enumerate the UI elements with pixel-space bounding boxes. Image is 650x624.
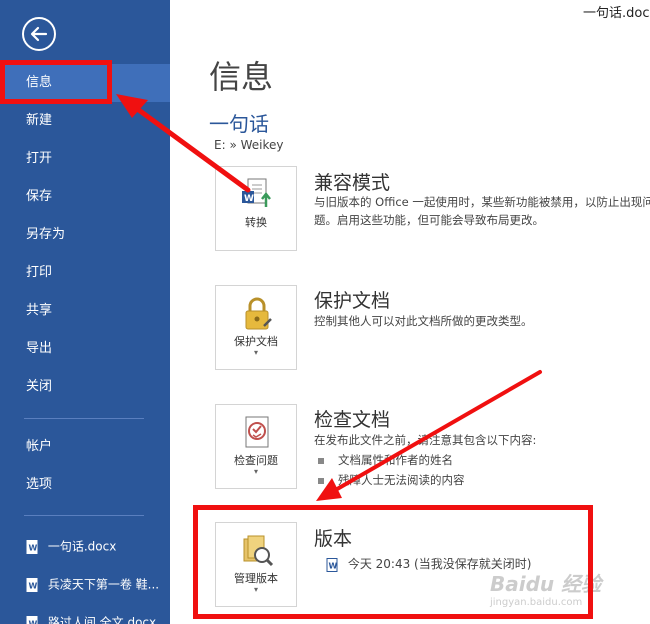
convert-button-label: 转换 [245,216,267,229]
sidebar-divider [24,418,144,419]
recent-doc[interactable]: W 兵凌天下第一卷 鞋... [0,567,170,601]
recent-doc[interactable]: W 一句话.docx [0,529,170,563]
window-filename: 一句话.doc [583,6,650,21]
back-button[interactable] [22,17,56,51]
svg-text:W: W [29,581,38,590]
nav-share[interactable]: 共享 [0,292,170,330]
nav-options[interactable]: 选项 [0,466,170,504]
svg-text:W: W [244,194,254,204]
word-doc-icon: W [26,615,38,624]
recent-doc[interactable]: W 路过人间 全文.docx [0,605,170,624]
nav-open[interactable]: 打开 [0,140,170,178]
annotation-box-info [0,60,112,104]
compat-description: 与旧版本的 Office 一起使用时，某些新功能被禁用，以防止出现问题。启用这些… [314,195,650,227]
annotation-box-versions [193,505,593,619]
inspect-bullet: 文档属性和作者的姓名 [318,452,453,468]
convert-doc-icon: W [242,178,271,207]
inspect-bullet: 残障人士无法阅读的内容 [318,472,465,488]
nav-save[interactable]: 保存 [0,178,170,216]
compat-title: 兼容模式 [314,172,391,194]
svg-text:W: W [29,619,38,624]
dropdown-caret-icon: ▾ [253,467,258,476]
inspect-document-icon [245,416,269,448]
nav-close[interactable]: 关闭 [0,368,170,406]
nav-account[interactable]: 帐户 [0,428,170,466]
document-path: E: » Weikey [214,138,284,152]
dropdown-caret-icon: ▾ [253,348,258,357]
word-doc-icon: W [26,577,38,592]
inspect-title: 检查文档 [314,409,391,431]
page-title: 信息 [209,58,274,96]
sidebar-divider [24,515,144,516]
protect-document-button-label: 保护文档 [234,335,278,348]
lock-icon [245,297,272,330]
back-arrow-icon [30,26,48,42]
check-for-issues-button[interactable]: 检查问题 ▾ [215,404,297,489]
protect-title: 保护文档 [314,290,391,312]
word-doc-icon: W [26,539,38,554]
nav-export[interactable]: 导出 [0,330,170,368]
check-for-issues-button-label: 检查问题 [234,454,278,467]
nav-new[interactable]: 新建 [0,102,170,140]
nav-print[interactable]: 打印 [0,254,170,292]
convert-button[interactable]: W 转换 [215,166,297,251]
document-title: 一句话 [209,112,269,136]
protect-description: 控制其他人可以对此文档所做的更改类型。 [314,314,533,328]
protect-document-button[interactable]: 保护文档 ▾ [215,285,297,370]
svg-text:W: W [29,543,38,552]
nav-save-as[interactable]: 另存为 [0,216,170,254]
inspect-description: 在发布此文件之前，请注意其包含以下内容: [314,433,537,447]
